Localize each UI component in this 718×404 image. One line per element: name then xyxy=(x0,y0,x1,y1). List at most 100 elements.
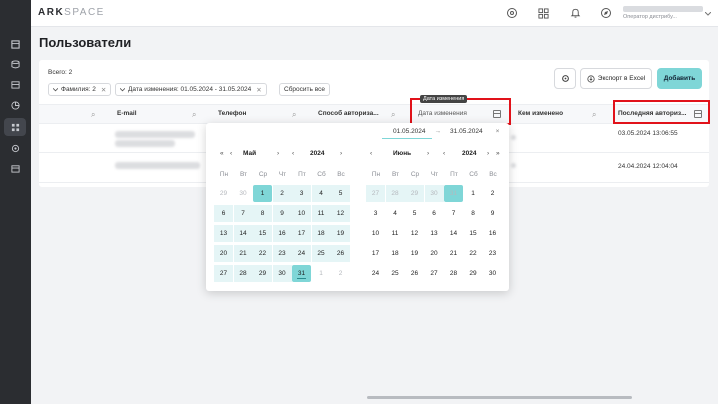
prev-month-icon[interactable]: ‹ xyxy=(292,150,294,157)
calendar-day[interactable]: 23 xyxy=(272,245,292,262)
calendar-day[interactable]: 2 xyxy=(331,265,350,282)
calendar-day[interactable]: 19 xyxy=(405,245,424,262)
compass-icon[interactable] xyxy=(599,6,613,20)
horizontal-scrollbar[interactable] xyxy=(367,396,632,399)
calendar-day[interactable]: 14 xyxy=(233,225,253,242)
calendar-day[interactable]: 24 xyxy=(366,265,385,282)
calendar-day[interactable]: 10 xyxy=(292,205,311,222)
notifications-bell-icon[interactable] xyxy=(568,6,582,20)
calendar-day[interactable]: 7 xyxy=(444,205,463,222)
column-phone[interactable]: Телефон xyxy=(218,110,246,117)
user-name-redacted[interactable] xyxy=(623,6,703,12)
calendar-day[interactable]: 29 xyxy=(464,265,483,282)
calendar-day[interactable]: 25 xyxy=(311,245,331,262)
right-month-label[interactable]: Июнь xyxy=(393,150,411,157)
filter-chip-date[interactable]: Дата изменения: 01.05.2024 - 31.05.2024 … xyxy=(115,83,267,96)
calendar-day[interactable]: 24 xyxy=(292,245,311,262)
calendar-day[interactable]: 12 xyxy=(405,225,424,242)
calendar-day[interactable]: 31 xyxy=(444,185,463,202)
calendar-day[interactable]: 19 xyxy=(331,225,350,242)
menu-users-icon[interactable] xyxy=(4,118,26,136)
clear-range-icon[interactable]: × xyxy=(496,128,500,135)
calendar-day[interactable]: 30 xyxy=(424,185,444,202)
range-to-input[interactable]: 31.05.2024 xyxy=(450,128,483,135)
column-auth-method[interactable]: Способ авториза... xyxy=(318,110,379,117)
next-year-icon[interactable]: › xyxy=(340,150,342,157)
calendar-day[interactable]: 6 xyxy=(214,205,233,222)
calendar-day[interactable]: 29 xyxy=(253,265,272,282)
calendar-day[interactable]: 7 xyxy=(233,205,253,222)
calendar-day[interactable]: 11 xyxy=(386,225,405,242)
calendar-day[interactable]: 28 xyxy=(385,185,405,202)
calendar-day[interactable]: 2 xyxy=(272,185,292,202)
next-month-icon[interactable]: › xyxy=(277,150,279,157)
calendar-day[interactable]: 27 xyxy=(366,185,385,202)
next-year-icon[interactable]: » xyxy=(496,150,500,157)
calendar-day[interactable]: 31 xyxy=(292,265,311,282)
table-settings-button[interactable] xyxy=(554,68,576,89)
next-month-icon[interactable]: › xyxy=(427,150,429,157)
search-email-icon[interactable]: ⌕ xyxy=(192,110,196,120)
calendar-day[interactable]: 14 xyxy=(444,225,463,242)
prev-year-icon[interactable]: ‹ xyxy=(443,150,445,157)
menu-database-icon[interactable] xyxy=(9,58,21,70)
calendar-day[interactable]: 5 xyxy=(405,205,424,222)
calendar-day[interactable]: 1 xyxy=(253,185,272,202)
prev-month-icon[interactable]: ‹ xyxy=(370,150,372,157)
calendar-day[interactable]: 27 xyxy=(214,265,233,282)
calendar-day[interactable]: 15 xyxy=(464,225,483,242)
calendar-day[interactable]: 16 xyxy=(483,225,502,242)
calendar-day[interactable]: 12 xyxy=(331,205,350,222)
calendar-day[interactable]: 17 xyxy=(292,225,311,242)
calendar-day[interactable]: 21 xyxy=(444,245,463,262)
calendar-day[interactable]: 9 xyxy=(272,205,292,222)
menu-settings-icon[interactable] xyxy=(9,142,21,154)
prev-month-icon[interactable]: ‹ xyxy=(230,150,232,157)
menu-calendar-icon[interactable] xyxy=(9,162,21,174)
support-icon[interactable] xyxy=(505,6,519,20)
calendar-day[interactable]: 27 xyxy=(425,265,444,282)
calendar-day[interactable]: 9 xyxy=(483,205,502,222)
calendar-day[interactable]: 8 xyxy=(464,205,483,222)
remove-filter-date-icon[interactable]: ✕ xyxy=(256,86,261,94)
menu-archive-icon[interactable] xyxy=(9,78,21,90)
filter-chip-lastname[interactable]: Фамилия: 2 ✕ xyxy=(48,83,112,96)
calendar-day[interactable]: 30 xyxy=(483,265,502,282)
calendar-day[interactable]: 29 xyxy=(214,185,233,202)
calendar-day[interactable]: 1 xyxy=(312,265,331,282)
calendar-day[interactable]: 4 xyxy=(311,185,331,202)
calendar-day[interactable]: 1 xyxy=(464,185,483,202)
calendar-day[interactable]: 6 xyxy=(425,205,444,222)
calendar-day[interactable]: 3 xyxy=(292,185,311,202)
export-excel-button[interactable]: Экспорт в Excel xyxy=(580,68,652,89)
calendar-day[interactable]: 26 xyxy=(331,245,350,262)
calendar-day[interactable]: 13 xyxy=(425,225,444,242)
column-email[interactable]: E-mail xyxy=(117,110,137,117)
prev-year-icon[interactable]: « xyxy=(220,150,224,157)
calendar-day[interactable]: 15 xyxy=(253,225,272,242)
calendar-day[interactable]: 8 xyxy=(253,205,272,222)
calendar-day[interactable]: 16 xyxy=(272,225,292,242)
column-modified-by[interactable]: Кем изменено xyxy=(518,110,563,117)
calendar-day[interactable]: 20 xyxy=(214,245,233,262)
calendar-day[interactable]: 22 xyxy=(253,245,272,262)
calendar-day[interactable]: 11 xyxy=(311,205,331,222)
calendar-day[interactable]: 4 xyxy=(386,205,405,222)
calendar-day[interactable]: 30 xyxy=(272,265,292,282)
calendar-day[interactable]: 22 xyxy=(464,245,483,262)
menu-dashboard-icon[interactable] xyxy=(9,38,21,50)
calendar-day[interactable]: 28 xyxy=(233,265,253,282)
calendar-day[interactable]: 13 xyxy=(214,225,233,242)
calendar-day[interactable]: 18 xyxy=(311,225,331,242)
left-year-label[interactable]: 2024 xyxy=(310,150,324,157)
search-phone-icon[interactable]: ⌕ xyxy=(292,110,296,120)
calendar-day[interactable]: 3 xyxy=(366,205,385,222)
calendar-day[interactable]: 30 xyxy=(234,185,253,202)
search-auth-method-icon[interactable]: ⌕ xyxy=(391,110,395,120)
search-modified-by-icon[interactable]: ⌕ xyxy=(592,110,596,120)
app-logo[interactable]: ARKSPACE xyxy=(38,7,105,18)
calendar-day[interactable]: 5 xyxy=(331,185,350,202)
calendar-day[interactable]: 2 xyxy=(483,185,502,202)
search-column-icon[interactable]: ⌕ xyxy=(91,110,95,120)
menu-reports-icon[interactable] xyxy=(9,99,21,111)
